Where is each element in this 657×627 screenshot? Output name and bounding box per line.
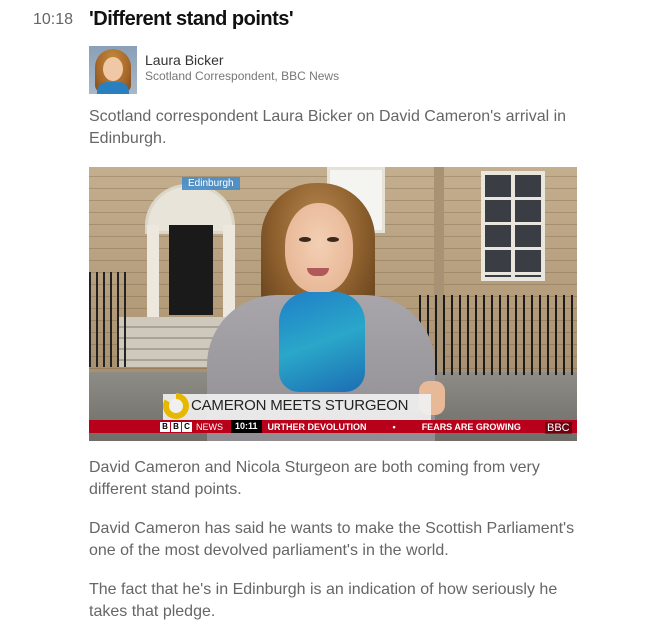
railing [419,295,577,375]
news-logo-icon [163,393,189,419]
bbc-logo-letter: C [182,421,192,432]
reporter-eye [299,237,311,242]
author-name: Laura Bicker [145,52,224,68]
caption-text: CAMERON MEETS STURGEON [191,397,409,414]
body-paragraph: David Cameron has said he wants to make … [89,520,575,559]
bbc-logo: B B C [160,421,193,432]
news-ticker: B B C NEWS 10:11 URTHER DEVOLUTION • FEA… [89,420,577,433]
author-block: Laura Bicker Scotland Correspondent, BBC… [89,46,339,94]
ticker-separator: • [392,421,396,432]
body-paragraph: The fact that he's in Edinburgh is an in… [89,581,558,620]
body-paragraph: David Cameron and Nicola Sturgeon are bo… [89,459,540,498]
ticker-time: 10:11 [231,420,262,433]
bbc-logo-letter: B [171,421,181,432]
ticker-news-label: NEWS [196,421,223,432]
door [169,225,213,315]
bbc-watermark: BBC [545,422,572,434]
author-role: Scotland Correspondent, BBC News [145,69,340,83]
entry-timestamp: 10:18 [33,11,74,28]
window [481,171,545,281]
entry-headline: 'Different stand points' [89,8,294,30]
intro-paragraph: Scotland correspondent Laura Bicker on D… [89,108,567,147]
reporter-face [285,203,353,293]
bbc-logo-letter: B [160,421,170,432]
ticker-item: FEARS ARE GROWING [421,421,521,432]
author-info: Laura Bicker Scotland Correspondent, BBC… [145,46,339,84]
video-still[interactable]: Edinburgh CAMERON MEETS STURGEON B B C N… [89,167,577,441]
reporter-scarf [279,292,365,392]
railing [89,272,129,367]
reporter-eye [327,237,339,242]
location-tag: Edinburgh [182,177,240,190]
ticker-item: URTHER DEVOLUTION [267,421,367,432]
author-avatar [89,46,137,94]
